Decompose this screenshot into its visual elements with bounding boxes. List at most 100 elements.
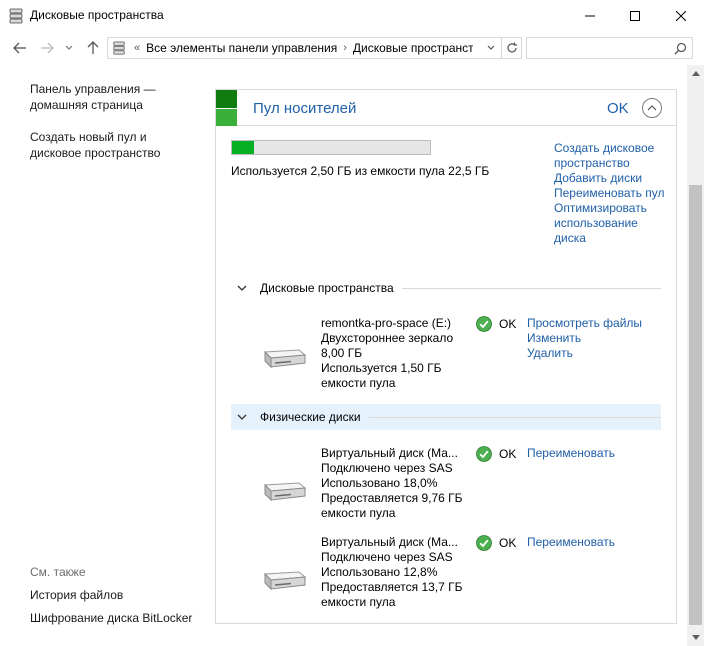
scroll-up-button[interactable] bbox=[687, 65, 704, 82]
minimize-icon bbox=[585, 15, 595, 16]
pool-title: Пул носителей bbox=[253, 100, 357, 117]
storage-space-item: remontka-pro-space (E:) Двухстороннее зе… bbox=[216, 316, 676, 396]
delete-link[interactable]: Удалить bbox=[527, 346, 642, 361]
drive-name: Виртуальный диск (Ма... bbox=[321, 535, 458, 549]
window-title: Дисковые пространства bbox=[30, 8, 164, 22]
chevron-up-icon bbox=[691, 71, 700, 76]
refresh-button[interactable] bbox=[502, 37, 522, 59]
drive-provided-suffix: емкости пула bbox=[321, 506, 396, 520]
drive-name: Виртуальный диск (Ма... bbox=[321, 446, 458, 460]
create-space-link[interactable]: Создать дисковое пространство bbox=[554, 141, 672, 171]
drive-links: Переименовать bbox=[527, 535, 615, 550]
breadcrumb-control-panel[interactable]: Все элементы панели управления bbox=[146, 41, 337, 55]
ok-check-icon bbox=[476, 535, 492, 551]
maximize-button[interactable] bbox=[612, 0, 658, 31]
vertical-scrollbar[interactable] bbox=[687, 65, 704, 646]
title-bar: Дисковые пространства bbox=[0, 0, 705, 31]
bitlocker-link[interactable]: Шифрование диска BitLocker bbox=[30, 610, 192, 626]
chevron-up-icon bbox=[647, 105, 657, 111]
pool-usage-fill bbox=[232, 141, 254, 154]
space-capacity: 8,00 ГБ bbox=[321, 346, 363, 360]
search-box[interactable] bbox=[526, 37, 693, 59]
chevron-down-icon bbox=[691, 635, 700, 640]
section-divider bbox=[401, 287, 661, 289]
space-used: Используется 1,50 ГБ bbox=[321, 361, 442, 375]
space-info: remontka-pro-space (E:) Двухстороннее зе… bbox=[321, 316, 453, 391]
minimize-button[interactable] bbox=[567, 0, 613, 31]
rename-drive-link[interactable]: Переименовать bbox=[527, 535, 615, 550]
pool-tile bbox=[216, 90, 237, 108]
ok-check-icon bbox=[476, 446, 492, 462]
create-pool-link[interactable]: Создать новый пул и дисковое пространств… bbox=[30, 129, 160, 161]
chevron-down-icon bbox=[234, 285, 250, 291]
drive-icon bbox=[263, 349, 307, 369]
close-button[interactable] bbox=[658, 0, 704, 31]
drive-icon bbox=[263, 482, 307, 502]
rename-drive-link[interactable]: Переименовать bbox=[527, 446, 615, 461]
chevron-down-icon bbox=[487, 45, 494, 50]
drive-status-text: OK bbox=[499, 536, 517, 550]
view-files-link[interactable]: Просмотреть файлы bbox=[527, 316, 642, 331]
forward-arrow-icon bbox=[41, 42, 54, 54]
physical-drive-item: Виртуальный диск (Ма... Подключено через… bbox=[216, 446, 676, 526]
address-row: « Все элементы панели управления › Диско… bbox=[0, 31, 705, 65]
chevron-down-icon bbox=[65, 45, 73, 50]
physical-drives-section-header[interactable]: Физические диски bbox=[231, 404, 661, 430]
pool-usage-bar bbox=[231, 140, 431, 155]
add-drives-link[interactable]: Добавить диски bbox=[554, 171, 672, 186]
drive-info: Виртуальный диск (Ма... Подключено через… bbox=[321, 446, 463, 521]
space-name: remontka-pro-space (E:) bbox=[321, 316, 452, 330]
drive-links: Переименовать bbox=[527, 446, 615, 461]
address-bar[interactable]: « Все элементы панели управления › Диско… bbox=[107, 37, 502, 59]
ok-check-icon bbox=[476, 316, 492, 332]
drive-status: OK bbox=[476, 535, 516, 551]
storage-pool-panel: Пул носителей OK Используется 2,50 ГБ из… bbox=[215, 89, 677, 624]
scrollbar-thumb[interactable] bbox=[689, 185, 702, 625]
breadcrumb-separator-icon[interactable]: › bbox=[343, 42, 347, 54]
breadcrumb-storage-spaces[interactable]: Дисковые пространст bbox=[353, 41, 473, 55]
drive-provided: Предоставляется 9,76 ГБ bbox=[321, 491, 463, 505]
maximize-icon bbox=[630, 10, 640, 21]
storage-spaces-section-header[interactable]: Дисковые пространства bbox=[231, 275, 661, 301]
drive-used: Использовано 12,8% bbox=[321, 565, 438, 579]
space-used-suffix: емкости пула bbox=[321, 376, 396, 390]
close-icon bbox=[676, 10, 686, 21]
section-label: Дисковые пространства bbox=[260, 281, 394, 295]
pool-tile bbox=[216, 109, 237, 126]
scroll-down-button[interactable] bbox=[687, 629, 704, 646]
optimize-drive-usage-link[interactable]: Оптимизировать использование диска bbox=[554, 201, 672, 246]
refresh-icon bbox=[506, 42, 517, 53]
forward-button[interactable] bbox=[36, 36, 58, 60]
space-links: Просмотреть файлы Изменить Удалить bbox=[527, 316, 642, 361]
search-icon bbox=[674, 42, 687, 55]
breadcrumb-overflow[interactable]: « bbox=[134, 42, 140, 54]
file-history-link[interactable]: История файлов bbox=[30, 587, 123, 603]
pool-header: Пул носителей OK bbox=[216, 89, 676, 126]
chevron-down-icon bbox=[234, 414, 250, 420]
see-also-heading: См. также bbox=[30, 565, 86, 579]
drive-connection: Подключено через SAS bbox=[321, 550, 453, 564]
up-arrow-icon bbox=[87, 41, 99, 54]
storage-spaces-icon bbox=[9, 8, 23, 24]
pool-usage-text: Используется 2,50 ГБ из емкости пула 22,… bbox=[231, 164, 490, 178]
space-status: OK bbox=[476, 316, 516, 332]
drive-status-text: OK bbox=[499, 447, 517, 461]
recent-locations-button[interactable] bbox=[62, 36, 76, 60]
control-panel-home-link[interactable]: Панель управления — домашняя страница bbox=[30, 81, 156, 113]
rename-pool-link[interactable]: Переименовать пул bbox=[554, 186, 672, 201]
address-dropdown-button[interactable] bbox=[479, 38, 501, 58]
storage-spaces-icon bbox=[113, 41, 125, 55]
space-status-text: OK bbox=[499, 317, 517, 331]
physical-drive-item: Виртуальный диск (Ма... Подключено через… bbox=[216, 535, 676, 615]
change-link[interactable]: Изменить bbox=[527, 331, 642, 346]
drive-status: OK bbox=[476, 446, 516, 462]
back-button[interactable] bbox=[9, 36, 31, 60]
pool-status: OK bbox=[607, 100, 629, 117]
drive-info: Виртуальный диск (Ма... Подключено через… bbox=[321, 535, 463, 610]
drive-provided: Предоставляется 13,7 ГБ bbox=[321, 580, 463, 594]
space-resiliency: Двухстороннее зеркало bbox=[321, 331, 454, 345]
section-label: Физические диски bbox=[260, 410, 361, 424]
up-button[interactable] bbox=[82, 36, 104, 60]
drive-icon bbox=[263, 571, 307, 591]
collapse-button[interactable] bbox=[642, 98, 662, 118]
